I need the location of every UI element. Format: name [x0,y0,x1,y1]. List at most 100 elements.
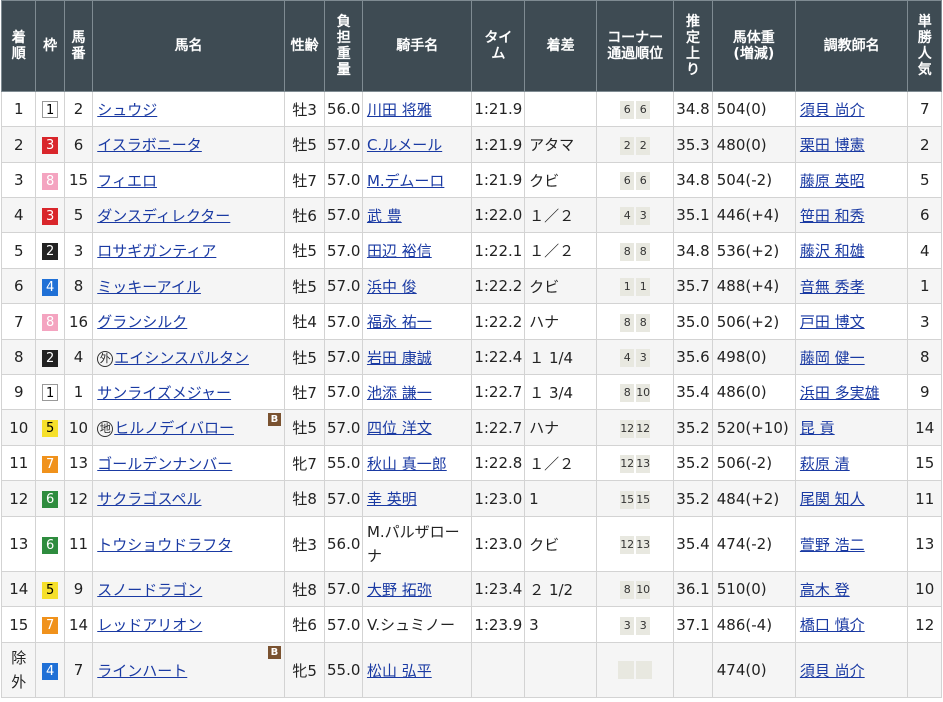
trainer-cell[interactable]: 音無 秀孝 [794,268,909,304]
horse-name-link[interactable]: イスラボニータ [97,136,202,154]
trainer-link[interactable]: 藤岡 健一 [800,349,865,367]
jockey-link[interactable]: 田辺 裕信 [367,242,432,260]
header-chakusa[interactable]: 着差 [524,0,598,92]
jockey-link[interactable]: M.デムーロ [367,172,444,190]
jockey-link[interactable]: 浜中 俊 [367,278,417,296]
horse-name-link[interactable]: ダンスディレクター [97,207,230,225]
horse-name-link[interactable]: グランシルク [97,313,187,331]
jockey-cell[interactable]: 浜中 俊 [361,268,473,304]
header-bamei[interactable]: 馬名 [92,0,285,92]
trainer-link[interactable]: 戸田 博文 [800,313,865,331]
horse-name-link[interactable]: エイシンスパルタン [114,349,249,367]
jockey-cell[interactable]: 松山 弘平 [361,642,473,698]
jockey-cell[interactable]: 幸 英明 [361,480,473,517]
jockey-cell[interactable]: 武 豊 [361,197,473,233]
trainer-link[interactable]: 高木 登 [800,581,850,599]
jockey-cell[interactable]: 川田 将雅 [361,91,473,127]
header-seirei[interactable]: 性齢 [283,0,326,92]
trainer-cell[interactable]: 藤岡 健一 [794,339,909,375]
horse-name-link[interactable]: ラインハート [97,662,187,680]
header-chokyoshi[interactable]: 調教師名 [794,0,909,92]
body-weight-cell: 488(+4) [711,268,796,304]
trainer-cell[interactable]: 須貝 尚介 [794,642,909,698]
trainer-link[interactable]: 浜田 多実雄 [800,384,880,402]
weight-carried: 57.0 [326,418,361,437]
jockey-link[interactable]: 武 豊 [367,207,402,225]
trainer-cell[interactable]: 萱野 浩二 [794,516,909,572]
horse-name-link[interactable]: ヒルノデイバロー [114,419,234,437]
trainer-link[interactable]: 萩原 清 [800,455,850,473]
trainer-cell[interactable]: 栗田 博憲 [794,126,909,163]
jockey-link[interactable]: 池添 謙一 [367,384,432,402]
trainer-link[interactable]: 音無 秀孝 [800,278,865,296]
margin-cell [524,642,598,698]
trainer-link[interactable]: 藤原 英昭 [800,172,865,190]
horse-name-cell: サンライズメジャー [92,374,285,410]
header-time[interactable]: タイム [471,0,526,92]
last-3f-cell: 35.3 [673,126,713,163]
last-3f: 35.7 [676,277,710,295]
horse-name-link[interactable]: サクラゴスペル [97,490,201,508]
jockey-cell[interactable]: 秋山 真一郎 [361,445,473,481]
horse-name-link[interactable]: ミッキーアイル [97,278,201,296]
trainer-cell[interactable]: 戸田 博文 [794,303,909,340]
trainer-link[interactable]: 萱野 浩二 [800,536,865,554]
horse-name-link[interactable]: トウショウドラフタ [97,536,232,554]
horse-name-link[interactable]: ゴールデンナンバー [97,455,232,473]
jockey-link[interactable]: 四位 洋文 [367,419,432,437]
horse-name-link[interactable]: フィエロ [97,172,157,190]
header-umaban[interactable]: 馬番 [63,0,94,92]
horse-name-link[interactable]: ロサギガンティア [97,242,216,260]
jockey-link[interactable]: 大野 拓弥 [367,581,432,599]
trainer-cell[interactable]: 須貝 尚介 [794,91,909,127]
corner-position: 3 [636,616,651,635]
header-corner[interactable]: コーナー 通過順位 [596,0,675,92]
trainer-cell[interactable]: 萩原 清 [794,445,909,481]
trainer-cell[interactable]: 高木 登 [794,571,909,607]
header-bataiju[interactable]: 馬体重 (増減) [711,0,796,92]
trainer-cell[interactable]: 笹田 和秀 [794,197,909,233]
jockey-link[interactable]: 岩田 康誠 [367,349,432,367]
header-futan[interactable]: 負担重量 [324,0,363,92]
jockey-link[interactable]: 秋山 真一郎 [367,455,447,473]
horse-number: 8 [73,277,84,295]
trainer-link[interactable]: 須貝 尚介 [800,101,865,119]
jockey-link[interactable]: 松山 弘平 [367,662,432,680]
trainer-cell[interactable]: 藤原 英昭 [794,162,909,198]
waku-cell: 6 [35,516,65,572]
trainer-link[interactable]: 尾関 知人 [800,490,865,508]
trainer-link[interactable]: 藤沢 和雄 [800,242,865,260]
trainer-cell[interactable]: 橋口 慎介 [794,606,909,643]
jockey-link[interactable]: 幸 英明 [367,490,417,508]
trainer-link[interactable]: 須貝 尚介 [800,662,865,680]
jockey-cell[interactable]: 池添 謙一 [361,374,473,410]
horse-name-link[interactable]: スノードラゴン [97,581,202,599]
horse-name-link[interactable]: シュウジ [97,101,157,119]
trainer-cell[interactable]: 昆 貢 [794,409,909,446]
trainer-cell[interactable]: 藤沢 和雄 [794,232,909,269]
trainer-link[interactable]: 栗田 博憲 [800,136,865,154]
jockey-link[interactable]: 福永 祐一 [367,313,432,331]
jockey-cell[interactable]: 福永 祐一 [361,303,473,340]
jockey-cell[interactable]: 田辺 裕信 [361,232,473,269]
horse-name-link[interactable]: レッドアリオン [97,616,202,634]
jockey-cell[interactable]: C.ルメール [361,126,473,163]
header-chakujun[interactable]: 着順 [0,0,37,92]
horse-name-link[interactable]: サンライズメジャー [97,384,231,402]
header-waku[interactable]: 枠 [35,0,65,92]
jockey-cell[interactable]: 岩田 康誠 [361,339,473,375]
jockey-cell[interactable]: M.デムーロ [361,162,473,198]
trainer-link[interactable]: 昆 貢 [800,419,835,437]
jockey-cell[interactable]: 大野 拓弥 [361,571,473,607]
jockey-cell[interactable]: 四位 洋文 [361,409,473,446]
jockey-link[interactable]: C.ルメール [367,136,442,154]
jockey-link[interactable]: 川田 将雅 [367,101,432,119]
trainer-cell[interactable]: 尾関 知人 [794,480,909,517]
trainer-cell[interactable]: 浜田 多実雄 [794,374,909,410]
weight-carried: 57.0 [326,489,361,508]
header-ninki[interactable]: 単勝人気 [907,0,942,92]
trainer-link[interactable]: 橋口 慎介 [800,616,865,634]
trainer-link[interactable]: 笹田 和秀 [800,207,865,225]
header-kishu[interactable]: 騎手名 [361,0,473,92]
header-agari[interactable]: 推定上り [673,0,713,92]
